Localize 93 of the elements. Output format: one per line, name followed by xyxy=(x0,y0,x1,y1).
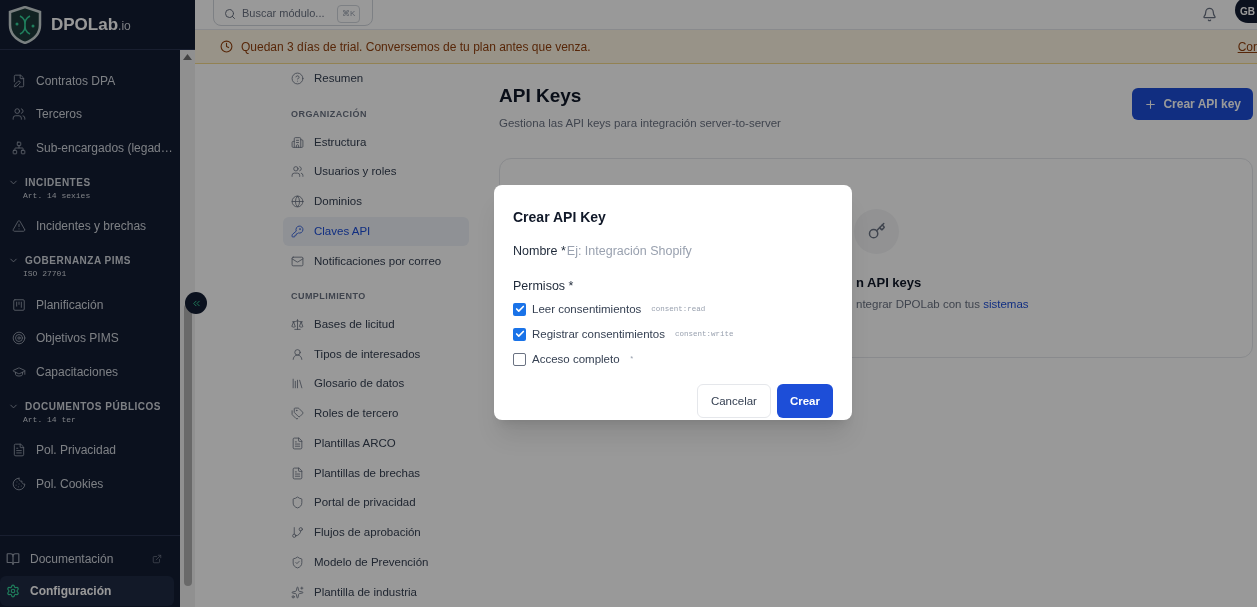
settings-nav-item[interactable]: Plantilla de industria xyxy=(283,577,469,607)
collapse-button[interactable] xyxy=(185,292,207,314)
cookie-icon xyxy=(12,476,26,491)
search-icon xyxy=(224,7,236,20)
scroll-up-icon[interactable] xyxy=(183,54,192,60)
book-icon xyxy=(6,552,20,566)
permission-checkbox[interactable] xyxy=(513,327,526,341)
users-icon xyxy=(291,165,304,179)
name-input[interactable]: Ej: Integración Shopify xyxy=(566,242,833,261)
building-icon xyxy=(291,135,304,149)
branch-icon xyxy=(291,526,304,540)
section-heading: DOCUMENTOS PÚBLICOS xyxy=(25,399,161,414)
warning-icon xyxy=(12,219,26,234)
sparkles-icon xyxy=(291,585,304,599)
settings-nav-item[interactable]: Resumen xyxy=(283,64,469,94)
user-icon xyxy=(291,347,304,361)
logo-icon xyxy=(7,5,43,44)
settings-nav-item[interactable]: Modelo de Prevención xyxy=(283,547,469,578)
settings-nav-item[interactable]: Tipos de interesados xyxy=(283,339,469,369)
shield-check-icon xyxy=(291,555,304,569)
sidebar-item[interactable]: Terceros xyxy=(2,97,178,131)
create-api-key-button[interactable]: Crear API key xyxy=(1132,88,1253,120)
target-icon xyxy=(12,331,26,346)
section-subtitle: Art. 14 sexies xyxy=(22,189,92,202)
sidebar-item[interactable]: Contratos DPA xyxy=(2,64,178,98)
globe-icon xyxy=(291,195,304,209)
empty-state-text: ntegrar DPOLab con tus sistemas xyxy=(856,297,1030,313)
sidebar-item[interactable]: Pol. Cookies xyxy=(2,467,178,501)
nav-section-heading: CUMPLIMIENTO xyxy=(290,290,367,303)
empty-state-title: n API keys xyxy=(856,273,923,292)
settings-nav-item[interactable]: Portal de privacidad xyxy=(283,488,469,518)
sidebar-item[interactable]: Objetivos PIMS xyxy=(2,321,178,355)
create-button[interactable]: Crear xyxy=(776,384,833,419)
sidebar-item[interactable]: Planificación xyxy=(2,288,178,322)
settings-nav-item[interactable]: Plantillas ARCO xyxy=(283,428,469,459)
sistemas-link[interactable]: sistemas xyxy=(983,298,1029,311)
settings-nav-item[interactable]: Flujos de aprobación xyxy=(283,517,469,548)
external-link-icon xyxy=(152,554,162,564)
banner-link[interactable]: Cor xyxy=(1237,37,1257,56)
users-icon xyxy=(12,107,26,122)
cancel-button[interactable]: Cancelar xyxy=(696,384,771,419)
shield-icon xyxy=(291,496,304,510)
settings-icon xyxy=(6,584,20,598)
section-subtitle: ISO 27701 xyxy=(22,268,68,280)
permission-checkbox[interactable] xyxy=(513,302,526,316)
document-icon xyxy=(291,436,304,450)
settings-nav-item[interactable]: Usuarios y roles xyxy=(283,157,469,187)
section-heading: INCIDENTES xyxy=(25,175,91,190)
dialog-title: Crear API Key xyxy=(513,208,607,227)
settings-nav-item[interactable]: Plantillas de brechas xyxy=(283,458,469,488)
permission-checkbox[interactable] xyxy=(513,353,526,367)
plus-icon xyxy=(1144,97,1158,111)
settings-nav-item[interactable]: Estructura xyxy=(283,127,469,157)
section-heading: GOBERNANZA PIMS xyxy=(25,254,132,268)
settings-nav-item[interactable]: Claves API xyxy=(283,216,469,247)
key-icon xyxy=(867,222,886,241)
settings-nav-item[interactable]: Roles de tercero xyxy=(283,398,469,429)
document-icon xyxy=(291,466,304,480)
hierarchy-icon xyxy=(12,140,26,155)
permissions-label: Permisos * xyxy=(513,277,575,295)
sidebar-item[interactable]: Capacitaciones xyxy=(2,355,178,389)
section-subtitle: Art. 14 ter xyxy=(22,413,77,426)
trial-message: Quedan 3 días de trial. Conversemos de tu plan antes que venza. xyxy=(241,38,591,56)
user-avatar[interactable]: GB xyxy=(1235,0,1257,23)
settings-nav-item[interactable]: Glosario de datos xyxy=(283,369,469,399)
brand-name: DPOLab.io xyxy=(51,13,131,36)
settings-nav-item[interactable]: Bases de licitud xyxy=(283,309,469,340)
key-icon xyxy=(291,224,304,238)
mail-icon xyxy=(291,254,304,268)
page-subtitle: Gestiona las API keys para integración server-to-server xyxy=(499,115,781,131)
settings-nav-item[interactable]: Notificaciones por correo xyxy=(283,246,469,276)
clock-icon xyxy=(220,40,233,53)
notifications-icon[interactable] xyxy=(1202,7,1217,22)
sidebar-item[interactable]: Incidentes y brechas xyxy=(2,209,178,243)
document-icon xyxy=(12,443,26,458)
sidebar-item[interactable]: Sub-encargados (legad… xyxy=(2,131,178,165)
library-icon xyxy=(291,377,304,391)
permission-label: Registrar consentimientos xyxy=(532,326,665,342)
sidebar-item[interactable]: Configuración xyxy=(0,576,174,606)
file-pen-icon xyxy=(12,73,26,88)
sidebar-item[interactable]: Pol. Privacidad xyxy=(2,433,178,467)
name-label: Nombre * xyxy=(513,243,566,260)
tag-icon xyxy=(291,407,304,421)
sidebar-item[interactable]: Documentación xyxy=(0,544,174,574)
page-title: API Keys xyxy=(499,84,583,108)
help-icon xyxy=(291,72,304,86)
nav-section-heading: ORGANIZACIÓN xyxy=(290,107,368,121)
graduation-cap-icon xyxy=(12,364,26,379)
settings-nav-item[interactable]: Dominios xyxy=(283,186,469,217)
scale-icon xyxy=(291,317,304,331)
permission-label: Acceso completo xyxy=(532,352,620,367)
permission-label: Leer consentimientos xyxy=(532,301,642,317)
kanban-icon xyxy=(12,297,26,312)
